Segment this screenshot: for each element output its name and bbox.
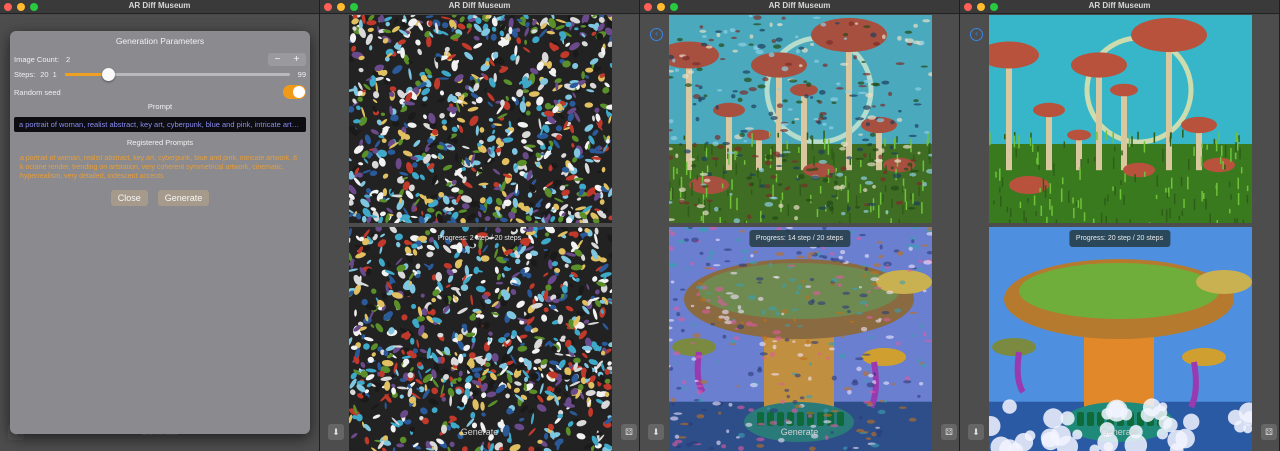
image-count-row: Image Count: 2 − + [14, 53, 306, 66]
generated-image-2[interactable] [669, 227, 932, 451]
steps-label: Steps: [14, 70, 36, 79]
generated-image-1[interactable] [349, 15, 612, 223]
close-button[interactable]: Close [110, 190, 148, 206]
generation-parameters-sheet: Generation Parameters Image Count: 2 − +… [10, 31, 310, 434]
titlebar: AR Diff Museum [320, 0, 639, 14]
progress-label: Progress: 20 step / 20 steps [1068, 230, 1171, 247]
window-3: AR Diff Museum ‹ Progress: 14 step / 20 … [640, 0, 960, 451]
image-count-stepper[interactable]: − + [268, 53, 306, 66]
titlebar: AR Diff Museum [960, 0, 1279, 14]
generated-image-1[interactable] [989, 15, 1252, 223]
generated-image-2[interactable] [349, 227, 612, 451]
registered-prompt-item[interactable]: a portrait of woman, realist abstract, k… [14, 154, 306, 181]
save-icon[interactable]: ⬇ [968, 424, 984, 440]
back-circle-icon[interactable]: ‹ [970, 28, 983, 41]
steps-max: 99 [297, 70, 306, 79]
progress-label: Progress: 2 step / 20 steps [437, 235, 522, 242]
generate-bottom-button[interactable]: Generate [781, 427, 819, 437]
generate-bottom-button[interactable]: Generate [461, 427, 499, 437]
window-title: AR Diff Museum [1088, 1, 1151, 10]
steps-min: 1 [52, 70, 57, 79]
image-count-value: 2 [66, 55, 71, 64]
window-4: AR Diff Museum ‹ Progress: 20 step / 20 … [960, 0, 1280, 451]
window-title: AR Diff Museum [128, 1, 191, 10]
steps-row: Steps: 20 1 99 [14, 68, 306, 81]
generated-image-2[interactable] [989, 227, 1252, 451]
titlebar: AR Diff Museum [640, 0, 959, 14]
dice-icon[interactable]: ⚄ [1261, 424, 1277, 440]
save-icon[interactable]: ⬇ [328, 424, 344, 440]
image-count-label: Image Count: [14, 55, 60, 64]
window-2: AR Diff Museum Progress: 2 step / 20 ste… [320, 0, 640, 451]
prompt-label: Prompt [147, 102, 173, 111]
window-title: AR Diff Museum [768, 1, 831, 10]
increment-button[interactable]: + [287, 53, 306, 66]
sheet-title: Generation Parameters [115, 36, 205, 46]
progress-label: Progress: 14 step / 20 steps [748, 230, 851, 247]
generate-button[interactable]: Generate [157, 190, 210, 206]
screen-strip: AR Diff Museum ⬇ Generate Generation Par… [0, 0, 1280, 451]
window-title: AR Diff Museum [448, 1, 511, 10]
random-seed-label: Random seed [14, 87, 61, 97]
generated-image-1[interactable] [669, 15, 932, 223]
back-circle-icon[interactable]: ‹ [650, 28, 663, 41]
random-seed-row: Random seed [14, 85, 306, 99]
steps-slider-knob[interactable] [102, 68, 116, 81]
registered-prompts-label: Registered Prompts [126, 138, 194, 147]
decrement-button[interactable]: − [268, 53, 287, 66]
titlebar: AR Diff Museum [0, 0, 319, 14]
dice-icon[interactable]: ⚄ [621, 424, 637, 440]
dice-icon[interactable]: ⚄ [941, 424, 957, 440]
prompt-input[interactable]: a portrait of woman, realist abstract, k… [14, 117, 306, 132]
random-seed-toggle[interactable] [283, 85, 306, 99]
steps-slider[interactable] [64, 68, 290, 81]
save-icon[interactable]: ⬇ [648, 424, 664, 440]
generate-bottom-button[interactable]: Generate [1101, 427, 1139, 437]
window-1: AR Diff Museum ⬇ Generate Generation Par… [0, 0, 320, 451]
steps-value: 20 [40, 70, 49, 79]
sheet-buttons: Close Generate [14, 190, 306, 206]
